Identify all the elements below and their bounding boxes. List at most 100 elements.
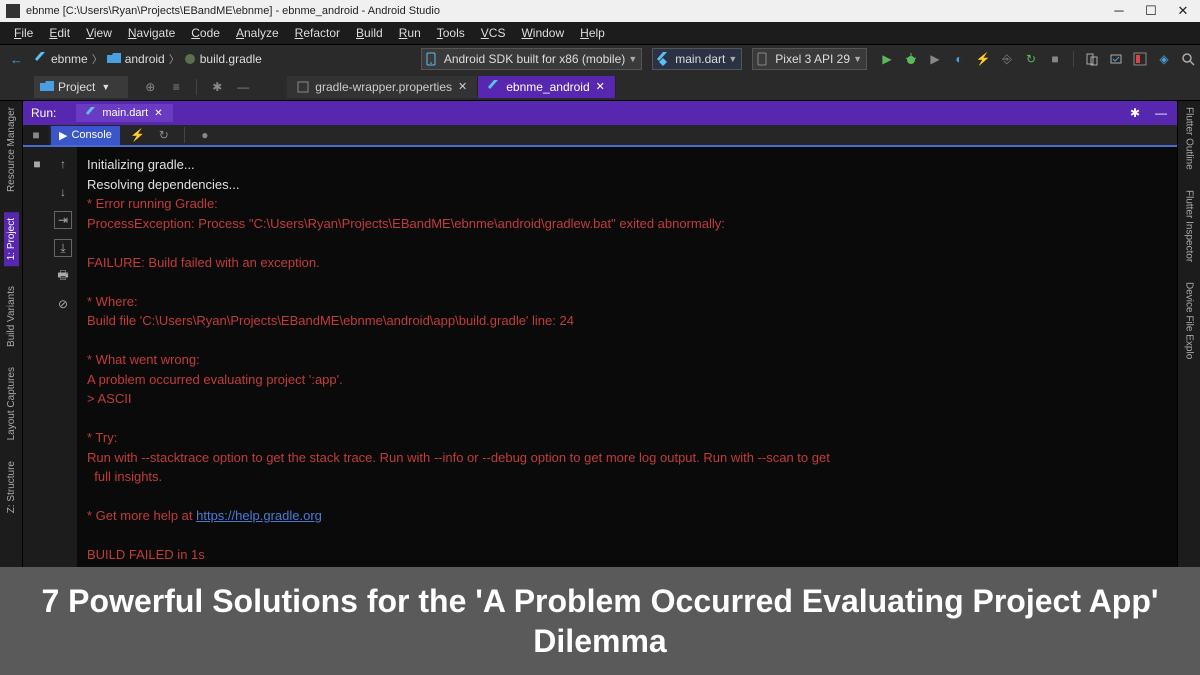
profile-button[interactable]: ▶: [927, 51, 943, 67]
emulator-label: Pixel 3 API 29: [775, 52, 850, 66]
close-icon[interactable]: ✕: [596, 80, 605, 93]
app-icon: [6, 4, 20, 18]
caption-text: 7 Powerful Solutions for the 'A Problem …: [40, 581, 1160, 661]
console-line: * Try:: [87, 428, 1167, 448]
console-line: > ASCII: [87, 389, 1167, 409]
console-line: [87, 526, 1167, 546]
tool-window-z-structure[interactable]: Z: Structure: [6, 461, 17, 513]
hide-button[interactable]: —: [235, 79, 251, 95]
menu-refactor[interactable]: Refactor: [287, 23, 348, 43]
tool-window-device-file-explo[interactable]: Device File Explo: [1184, 282, 1195, 359]
run-panel: Run: main.dart ✕ ✱ — ■ ▶ Console ⚡ ↻ ●: [23, 101, 1177, 567]
menu-code[interactable]: Code: [183, 23, 228, 43]
tool-window-layout-captures[interactable]: Layout Captures: [6, 367, 17, 440]
console-toolbar: ■ ▶ Console ⚡ ↻ ●: [23, 125, 1177, 147]
emulator-select[interactable]: Pixel 3 API 29 ▼: [752, 48, 867, 70]
menu-window[interactable]: Window: [513, 23, 572, 43]
down-icon[interactable]: ↓: [54, 183, 72, 201]
attach-button[interactable]: ⎆: [999, 51, 1015, 67]
avd-manager-button[interactable]: [1084, 51, 1100, 67]
minimize-button[interactable]: ─: [1112, 3, 1126, 19]
tool-window-resource-manager[interactable]: Resource Manager: [6, 107, 17, 192]
close-icon[interactable]: ✕: [458, 80, 467, 93]
menu-build[interactable]: Build: [348, 23, 391, 43]
project-view-label: Project: [58, 80, 95, 94]
search-button[interactable]: [1180, 51, 1196, 67]
editor-tab[interactable]: ebnme_android✕: [478, 76, 616, 98]
settings-button[interactable]: ✱: [209, 79, 225, 95]
breadcrumb-label: build.gradle: [200, 52, 262, 66]
coverage-button[interactable]: ◐: [951, 51, 967, 67]
run-button[interactable]: ▶: [879, 51, 895, 67]
rerun-button[interactable]: ■: [28, 127, 44, 143]
stop-icon[interactable]: ■: [28, 155, 46, 173]
restart-button[interactable]: ↻: [1023, 51, 1039, 67]
breadcrumb-label: ebnme: [51, 52, 88, 66]
flutter-icon: [35, 52, 47, 66]
console-line: * What went wrong:: [87, 350, 1167, 370]
menu-view[interactable]: View: [78, 23, 120, 43]
run-config-select[interactable]: main.dart ▼: [652, 48, 742, 70]
console-line: * Get more help at https://help.gradle.o…: [87, 506, 1167, 526]
maximize-button[interactable]: ☐: [1144, 3, 1158, 19]
editor-tab-label: gradle-wrapper.properties: [315, 80, 452, 94]
collapse-all-button[interactable]: ≡: [168, 79, 184, 95]
menu-edit[interactable]: Edit: [41, 23, 78, 43]
tool-window-flutter-inspector[interactable]: Flutter Inspector: [1184, 190, 1195, 262]
breadcrumb-build.gradle[interactable]: build.gradle: [180, 52, 266, 66]
run-minimize-button[interactable]: —: [1153, 105, 1169, 121]
folder-icon: [40, 81, 54, 93]
up-icon[interactable]: ↑: [54, 155, 72, 173]
navigation-bar: ← ebnme〉android〉build.gradle Android SDK…: [0, 45, 1200, 73]
debug-button[interactable]: [903, 51, 919, 67]
nav-back-button[interactable]: ←: [4, 52, 29, 67]
console-line: * Where:: [87, 292, 1167, 312]
stop-button[interactable]: ■: [1047, 51, 1063, 67]
menu-navigate[interactable]: Navigate: [120, 23, 183, 43]
run-panel-header: Run: main.dart ✕ ✱ —: [23, 101, 1177, 125]
phone-icon: [757, 52, 769, 66]
breadcrumb-android[interactable]: android: [103, 52, 169, 66]
menu-run[interactable]: Run: [391, 23, 429, 43]
breadcrumb-ebnme[interactable]: ebnme: [31, 52, 92, 66]
tool-window-build-variants[interactable]: Build Variants: [6, 286, 17, 347]
console-line: [87, 272, 1167, 292]
console-output[interactable]: Initializing gradle...Resolving dependen…: [77, 147, 1177, 567]
editor-tab[interactable]: gradle-wrapper.properties ✕: [287, 76, 478, 98]
left-tool-gutter: Resource Manager 1: Project Build Variants…: [0, 101, 23, 567]
menu-vcs[interactable]: VCS: [473, 23, 514, 43]
devtools-icon[interactable]: ●: [197, 127, 213, 143]
close-button[interactable]: ✕: [1176, 3, 1190, 19]
console-line: Initializing gradle...: [87, 155, 1167, 175]
device-target-select[interactable]: Android SDK built for x86 (mobile) ▼: [421, 48, 642, 70]
scroll-end-icon[interactable]: ⤓: [54, 239, 72, 257]
hot-restart-icon[interactable]: ↻: [156, 127, 172, 143]
hot-reload-button[interactable]: ⚡: [975, 51, 991, 67]
clear-icon[interactable]: ⊘: [54, 295, 72, 313]
menu-file[interactable]: File: [6, 23, 41, 43]
run-settings-button[interactable]: ✱: [1127, 105, 1143, 121]
run-config-label: main.dart: [675, 52, 725, 66]
run-tab-main[interactable]: main.dart ✕: [76, 104, 172, 122]
soft-wrap-icon[interactable]: ⇥: [54, 211, 72, 229]
layout-inspector-button[interactable]: [1132, 51, 1148, 67]
caret-down-icon: ▼: [853, 54, 862, 64]
menu-analyze[interactable]: Analyze: [228, 23, 287, 43]
console-tab[interactable]: ▶ Console: [51, 126, 120, 145]
tool-window-1-project[interactable]: 1: Project: [4, 212, 19, 266]
help-link[interactable]: https://help.gradle.org: [196, 508, 322, 523]
sdk-manager-button[interactable]: [1108, 51, 1124, 67]
menu-help[interactable]: Help: [572, 23, 613, 43]
separator: [1073, 51, 1074, 67]
flutter-inspector-button[interactable]: ◈: [1156, 51, 1172, 67]
run-tab-label: main.dart: [102, 107, 148, 119]
project-view-select[interactable]: Project ▼: [34, 76, 128, 98]
tool-window-flutter-outline[interactable]: Flutter Outline: [1184, 107, 1195, 170]
console-line: Run with --stacktrace option to get the …: [87, 448, 1167, 468]
select-opened-file-button[interactable]: ⊕: [142, 79, 158, 95]
print-icon[interactable]: 🖶: [54, 267, 72, 285]
menu-tools[interactable]: Tools: [429, 23, 473, 43]
hot-reload-icon[interactable]: ⚡: [130, 127, 146, 143]
console-line: [87, 331, 1167, 351]
close-icon[interactable]: ✕: [154, 108, 162, 119]
